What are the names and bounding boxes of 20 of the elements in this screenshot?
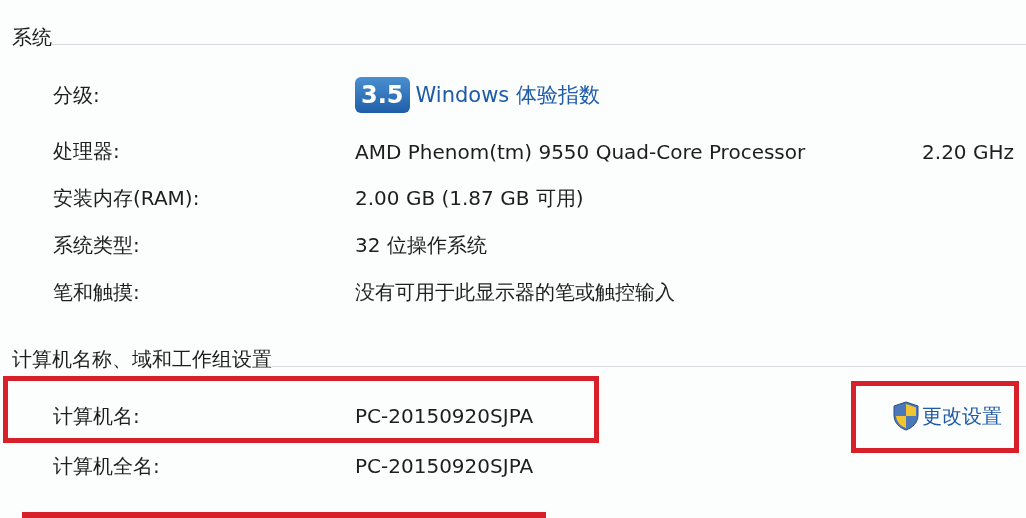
- property-label: 分级:: [53, 81, 101, 109]
- section-heading: 系统: [12, 23, 52, 51]
- section-heading: 计算机名称、域和工作组设置: [12, 345, 272, 373]
- property-value: 2.20 GHz: [922, 139, 1015, 164]
- property-value: 32 位操作系统: [355, 232, 487, 259]
- score-badge: 3.5: [355, 76, 410, 114]
- change-settings-link[interactable]: 更改设置: [892, 401, 1002, 431]
- property-value: PC-20150920SJPA: [355, 454, 534, 478]
- property-value: 没有可用于此显示器的笔或触控输入: [355, 279, 675, 306]
- experience-index-link[interactable]: Windows 体验指数: [415, 81, 600, 109]
- property-value: 2.00 GB (1.87 GB 可用): [355, 185, 584, 212]
- property-value: PC-20150920SJPA: [355, 404, 534, 428]
- property-label: 计算机名:: [53, 402, 141, 430]
- property-value: AMD Phenom(tm) 9550 Quad-Core Processor: [355, 139, 806, 164]
- property-label: 计算机全名:: [53, 452, 161, 480]
- property-label: 处理器:: [53, 138, 121, 165]
- property-label: 系统类型:: [53, 232, 141, 259]
- shield-icon: [892, 401, 920, 431]
- property-label: 安装内存(RAM):: [53, 185, 201, 212]
- property-label: 笔和触摸:: [53, 279, 141, 306]
